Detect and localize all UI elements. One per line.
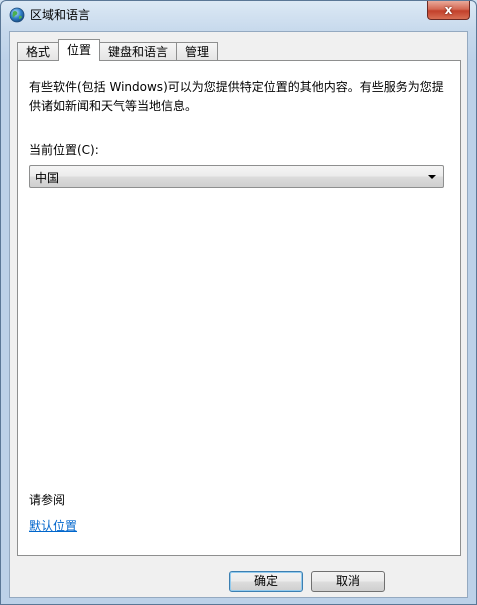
- current-location-value: 中国: [35, 171, 60, 185]
- current-location-dropdown[interactable]: 中国: [29, 165, 444, 188]
- window-title: 区域和语言: [30, 8, 91, 22]
- globe-icon: [9, 7, 25, 23]
- title-bar[interactable]: 区域和语言 x: [1, 1, 476, 31]
- cancel-button[interactable]: 取消: [311, 571, 385, 592]
- dialog-body: 格式 位置 键盘和语言 管理 有些软件(包括 Windows)可以为您提供特定位…: [9, 31, 468, 598]
- tab-keyboards-languages[interactable]: 键盘和语言: [99, 42, 178, 61]
- tab-location[interactable]: 位置: [58, 39, 101, 61]
- location-tab-panel: 有些软件(包括 Windows)可以为您提供特定位置的其他内容。有些服务为您提供…: [17, 60, 461, 556]
- close-icon: x: [444, 3, 453, 17]
- default-location-link[interactable]: 默认位置: [29, 517, 77, 534]
- chevron-down-icon: [428, 175, 436, 179]
- location-description: 有些软件(包括 Windows)可以为您提供特定位置的其他内容。有些服务为您提供…: [29, 80, 444, 113]
- tab-formats[interactable]: 格式: [17, 42, 60, 61]
- ok-button[interactable]: 确定: [229, 571, 303, 592]
- tab-strip: 格式 位置 键盘和语言 管理: [17, 39, 219, 61]
- current-location-label: 当前位置(C):: [29, 143, 99, 157]
- region-language-dialog: 区域和语言 x 格式 位置 键盘和语言 管理 有些软件(包括 Windows)可…: [0, 0, 477, 605]
- see-also-heading: 请参阅: [29, 493, 66, 507]
- tab-administrative[interactable]: 管理: [176, 42, 219, 61]
- close-button[interactable]: x: [427, 1, 470, 20]
